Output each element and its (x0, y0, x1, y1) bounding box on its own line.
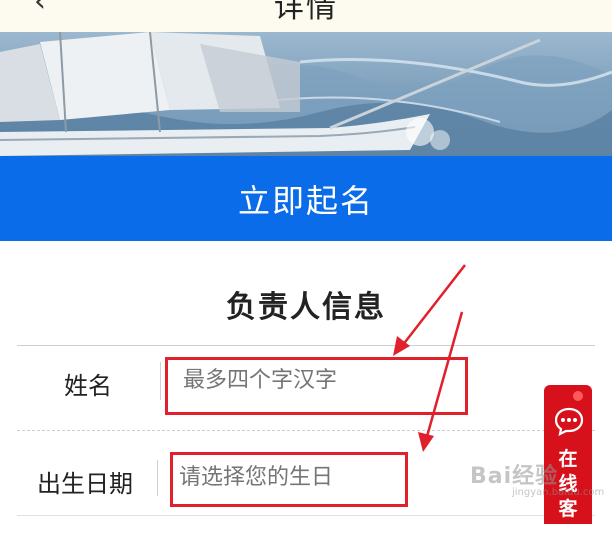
chat-bubble-icon (554, 407, 584, 436)
watermark-logo: Bai经验 jingyan.baidu.com (470, 464, 605, 498)
online-service-button[interactable]: 在线客服 (544, 385, 592, 545)
notification-dot (573, 391, 583, 401)
annotation-arrows (393, 264, 466, 452)
